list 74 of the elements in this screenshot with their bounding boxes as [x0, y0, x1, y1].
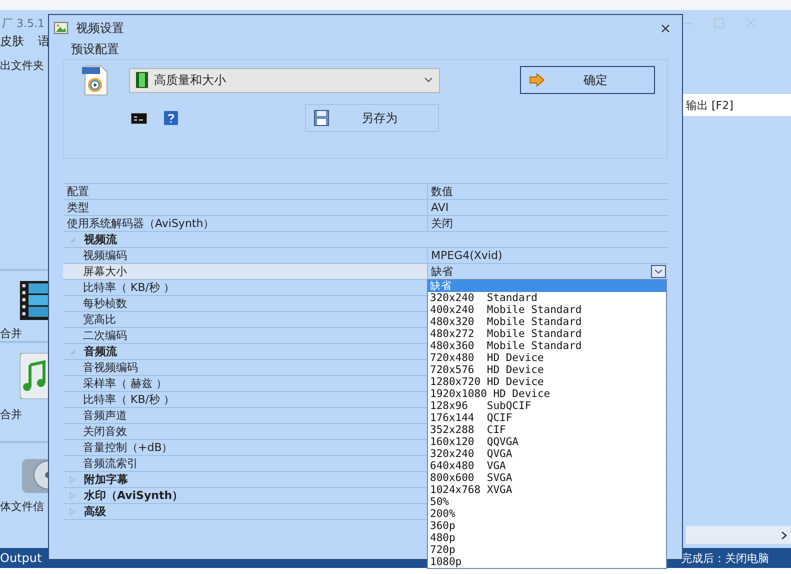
dropdown-option[interactable]: 720x480 HD Device: [428, 352, 666, 364]
category-name[interactable]: 音频流: [84, 344, 117, 359]
scroll-right-icon[interactable]: [781, 530, 787, 540]
column-header: 配置: [66, 184, 90, 199]
chevron-down-icon: [424, 77, 433, 83]
property-value[interactable]: MPEG4(Xvid): [431, 249, 502, 262]
property-name[interactable]: 音量控制（+dB）: [63, 440, 427, 455]
category-name[interactable]: 附加字幕: [84, 472, 128, 487]
dropdown-option[interactable]: 480x360 Mobile Standard: [428, 340, 666, 352]
save-as-button[interactable]: 另存为: [305, 104, 439, 132]
preset-label: 预设配置: [71, 41, 120, 58]
dropdown-button-icon[interactable]: [651, 265, 666, 278]
dropdown-option[interactable]: 800x600 SVGA: [428, 472, 666, 484]
window-title: 视频设置: [76, 20, 124, 36]
dropdown-option[interactable]: 1080p: [428, 556, 666, 568]
dropdown-option[interactable]: 320x240 QVGA: [428, 448, 666, 460]
menu-item[interactable]: 皮肤: [0, 32, 24, 50]
property-name: 类型: [66, 200, 90, 215]
property-name[interactable]: 比特率（ KB/秒 ）: [63, 280, 427, 295]
dropdown-option[interactable]: 200%: [428, 508, 666, 520]
output-field[interactable]: 输出 [F2]: [683, 94, 791, 116]
column-header: 数值: [427, 184, 668, 199]
app-title: 厂 3.5.1: [2, 16, 44, 30]
property-name[interactable]: 视频编码: [63, 248, 427, 263]
dropdown-option[interactable]: 128x96 SubQCIF: [428, 400, 666, 412]
help-icon[interactable]: [164, 111, 178, 125]
command-prompt-icon[interactable]: [131, 112, 147, 124]
sidebar-link[interactable]: 出文件夹: [0, 58, 48, 73]
arrow-right-icon: [529, 73, 545, 87]
property-name[interactable]: 音视频编码: [63, 360, 427, 375]
property-name[interactable]: 二次编码: [63, 328, 427, 343]
property-name[interactable]: 宽高比: [63, 312, 427, 327]
dropdown-option[interactable]: 400x240 Mobile Standard: [428, 304, 666, 316]
close-icon[interactable]: [661, 24, 670, 32]
property-name[interactable]: 每秒桢数: [63, 296, 427, 311]
category-name[interactable]: 水印（AviSynth）: [84, 488, 184, 503]
property-name[interactable]: 音频流索引: [63, 456, 427, 471]
dropdown-option[interactable]: 480x320 Mobile Standard: [428, 316, 666, 328]
dropdown-option[interactable]: 640x480 VGA: [428, 460, 666, 472]
avi-file-icon: [82, 64, 108, 96]
music-note-icon[interactable]: [20, 353, 50, 399]
dropdown-option[interactable]: 320x240 Standard: [428, 292, 666, 304]
property-name[interactable]: 关闭音效: [63, 424, 427, 439]
sidebar-label[interactable]: 合并: [0, 326, 22, 341]
sidebar-label[interactable]: 体文件信: [0, 499, 44, 514]
status-text: Output: [0, 551, 42, 565]
dropdown-option[interactable]: 50%: [428, 496, 666, 508]
preset-dropdown[interactable]: 高质量和大小: [129, 68, 440, 92]
sidebar-label[interactable]: 合并: [0, 407, 22, 422]
property-name[interactable]: 比特率（ KB/秒 ）: [63, 392, 427, 407]
dropdown-option[interactable]: 480p: [428, 532, 666, 544]
dropdown-option[interactable]: 352x288 CIF: [428, 424, 666, 436]
dropdown-option[interactable]: 480x272 Mobile Standard: [428, 328, 666, 340]
property-name: 使用系统解码器（AviSynth）: [66, 216, 216, 231]
property-value[interactable]: 关闭: [427, 216, 668, 231]
ok-button[interactable]: 确定: [520, 66, 655, 94]
dropdown-option[interactable]: 1280x720 HD Device: [428, 376, 666, 388]
dropdown-option[interactable]: 1920x1080 HD Device: [428, 388, 666, 400]
dropdown-option[interactable]: 160x120 QQVGA: [428, 436, 666, 448]
property-name[interactable]: 采样率（ 赫兹 ）: [63, 376, 427, 391]
film-icon: [136, 72, 148, 88]
property-value[interactable]: AVI: [427, 200, 668, 215]
property-value[interactable]: 缺省: [431, 264, 453, 279]
property-name[interactable]: 屏幕大小: [63, 264, 427, 279]
dropdown-option[interactable]: 176x144 QCIF: [428, 412, 666, 424]
dropdown-option[interactable]: 360p: [428, 520, 666, 532]
picture-icon: [54, 22, 68, 34]
dropdown-option[interactable]: 1024x768 XVGA: [428, 484, 666, 496]
category-name[interactable]: 视频流: [84, 232, 117, 247]
dropdown-option[interactable]: 720p: [428, 544, 666, 556]
property-name[interactable]: 音频声道: [63, 408, 427, 423]
category-name[interactable]: 高级: [84, 504, 106, 519]
dropdown-option[interactable]: 720x576 HD Device: [428, 364, 666, 376]
menu-item[interactable]: 语: [38, 32, 50, 50]
